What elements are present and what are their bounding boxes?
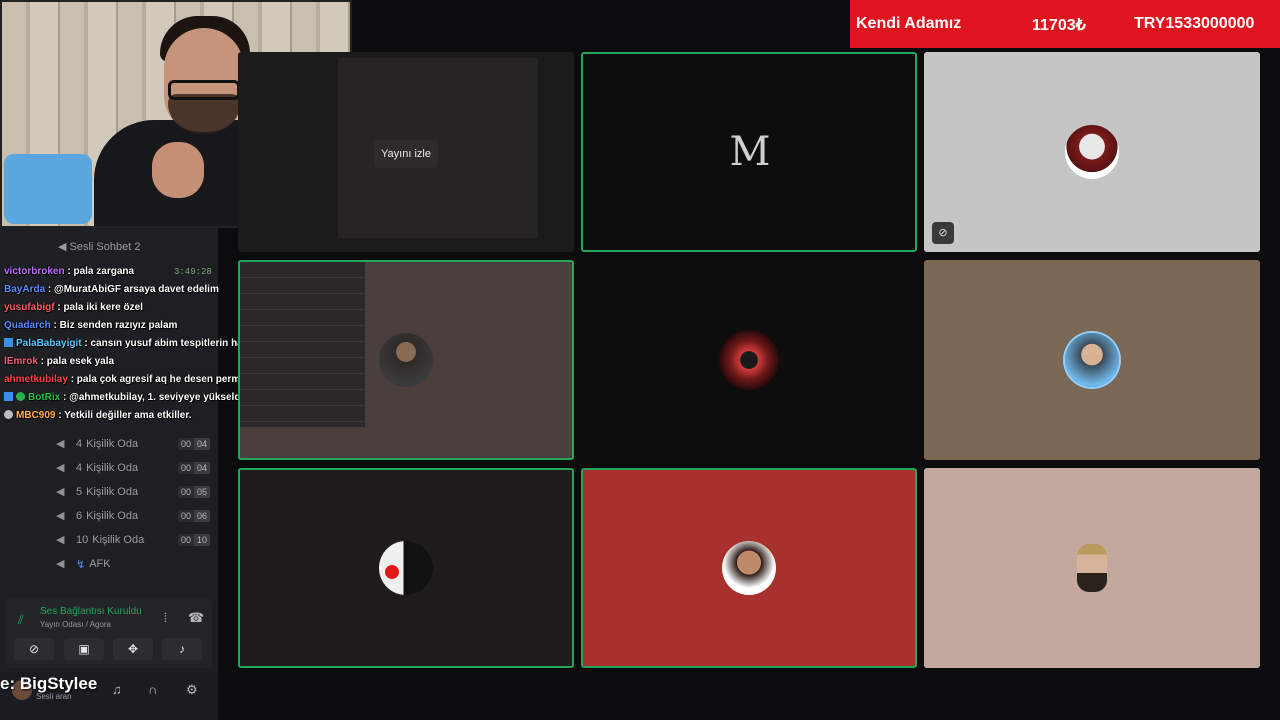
participant-tile[interactable] [924,468,1260,668]
avatar [379,333,433,387]
channel-label: Kişilik Oda [86,510,139,522]
camera-off-button[interactable]: ⊘ [14,638,54,660]
verified-badge-icon [16,392,25,401]
voice-channel-path: Yayın Odası / Agora [40,620,112,629]
soundboard-button[interactable]: ♪ [162,638,202,660]
prime-badge-icon [4,338,13,347]
channel-number: 10 [76,534,89,546]
channel-number: 5 [76,486,83,498]
headphones-icon[interactable]: ∩ [148,682,157,697]
gear-icon[interactable]: ⚙ [186,682,198,698]
noise-suppression-icon[interactable]: ⦙ [164,610,167,626]
participant-tile[interactable] [238,260,574,460]
user-panel: e: BigStylee Sesli aran ♫ ∩ ⚙ [0,672,218,720]
channel-label: Kişilik Oda [86,486,139,498]
participant-tile[interactable] [581,260,917,460]
channel-label: Kişilik Oda [86,438,139,450]
speaker-icon: ◀ [56,486,65,498]
signal-icon: ⫽ [18,612,24,627]
avatar [379,541,433,595]
chat-message: BayArda : @MuratAbiGF arsaya davet edeli… [4,284,219,295]
chat-message: ahmetkubilay : pala çok agresif aq he de… [4,374,276,385]
channel-item[interactable]: ◀ 4 Kişilik Oda 00 04 [56,433,210,455]
avatar [719,330,779,390]
participant-tile[interactable]: M [581,52,917,252]
muted-icon: ⊘ [932,222,954,244]
chat-message: lEmrok : pala esek yala [4,356,115,367]
participant-tile[interactable]: ⊘ [924,52,1260,252]
bot-badge-icon [4,392,13,401]
ticker-amount: 11703₺ [1032,17,1086,34]
channel-item[interactable]: ◀ 4 Kişilik Oda 00 04 [56,457,210,479]
channel-number: 4 [76,438,83,450]
avatar [1065,333,1119,387]
participant-tile[interactable] [581,468,917,668]
overlay-panel [240,262,365,427]
channel-item[interactable]: ◀ 5 Kişilik Oda 00 05 [56,481,210,503]
user-counter: 00 04 [177,438,210,450]
chat-message: yusufabigf : pala iki kere özel [4,302,143,313]
disconnect-icon[interactable]: ☎ [188,610,204,626]
watch-stream-button[interactable]: Yayını izle [374,140,438,168]
speaker-icon: ◀ [56,510,65,522]
chat-message: MBC909 : Yetkili değiller ama etkiller. [4,410,191,428]
screen-share-button[interactable]: ▣ [64,638,104,660]
channel-item[interactable]: ◀ 6 Kişilik Oda 00 06 [56,505,210,527]
avatar [1065,125,1119,179]
chat-message: victorbroken : pala zargana [4,266,135,277]
user-counter: 00 04 [177,462,210,474]
participant-tile[interactable] [924,260,1260,460]
user-counter: 00 05 [177,486,210,498]
avatar [722,541,776,595]
voice-connection-panel: ⫽ Ses Bağlantısı Kuruldu Yayın Odası / A… [6,598,212,668]
speaker-icon: ◀ [56,558,65,570]
ticker-total: TRY1533000000 [1134,15,1255,32]
overlay-username: e: BigStylee [0,674,98,693]
donation-ticker: Kendi Adamız 11703₺ TRY1533000000 [850,0,1280,48]
channel-number: 6 [76,510,83,522]
avatar [1077,544,1107,592]
voice-status[interactable]: Ses Bağlantısı Kuruldu [40,606,142,617]
user-status: Sesli aran [36,692,72,701]
chat-message: BotRix : @ahmetkubilay, 1. seviyeye yüks… [4,392,252,410]
speaker-icon: ◀ [56,438,65,450]
microphone-icon[interactable]: ♫ [112,682,122,697]
activities-button[interactable]: ✥ [113,638,153,660]
voice-channel-title: Sesli Sohbet 2 [69,241,141,253]
chat-message: Quadarch : Biz senden razıyız palam [4,320,178,331]
user-counter: 00 10 [177,534,210,546]
screen-share-tile[interactable]: Yayını izle [238,52,574,252]
channel-number: 4 [76,462,83,474]
afk-icon: ↯ [76,558,86,571]
timestamp: 3:49:28 [174,267,212,277]
channel-item[interactable]: ◀ 10 Kişilik Oda 00 10 [56,529,210,551]
user-counter: 00 06 [177,510,210,522]
participant-logo: M [729,129,771,175]
plastic-bag [4,154,92,224]
speaker-icon: ◀ [56,462,65,474]
channel-item-afk[interactable]: ◀ ↯ AFK [56,553,210,575]
voice-channel-header[interactable]: ◀ Sesli Sohbet 2 [58,240,140,253]
speaker-icon: ◀ [58,241,67,253]
channel-label: AFK [89,558,111,570]
participant-tile[interactable] [238,468,574,668]
channel-label: Kişilik Oda [86,462,139,474]
ticker-name: Kendi Adamız [856,15,962,32]
speaker-icon: ◀ [56,534,65,546]
channel-label: Kişilik Oda [92,534,145,546]
badge-icon [4,410,13,419]
